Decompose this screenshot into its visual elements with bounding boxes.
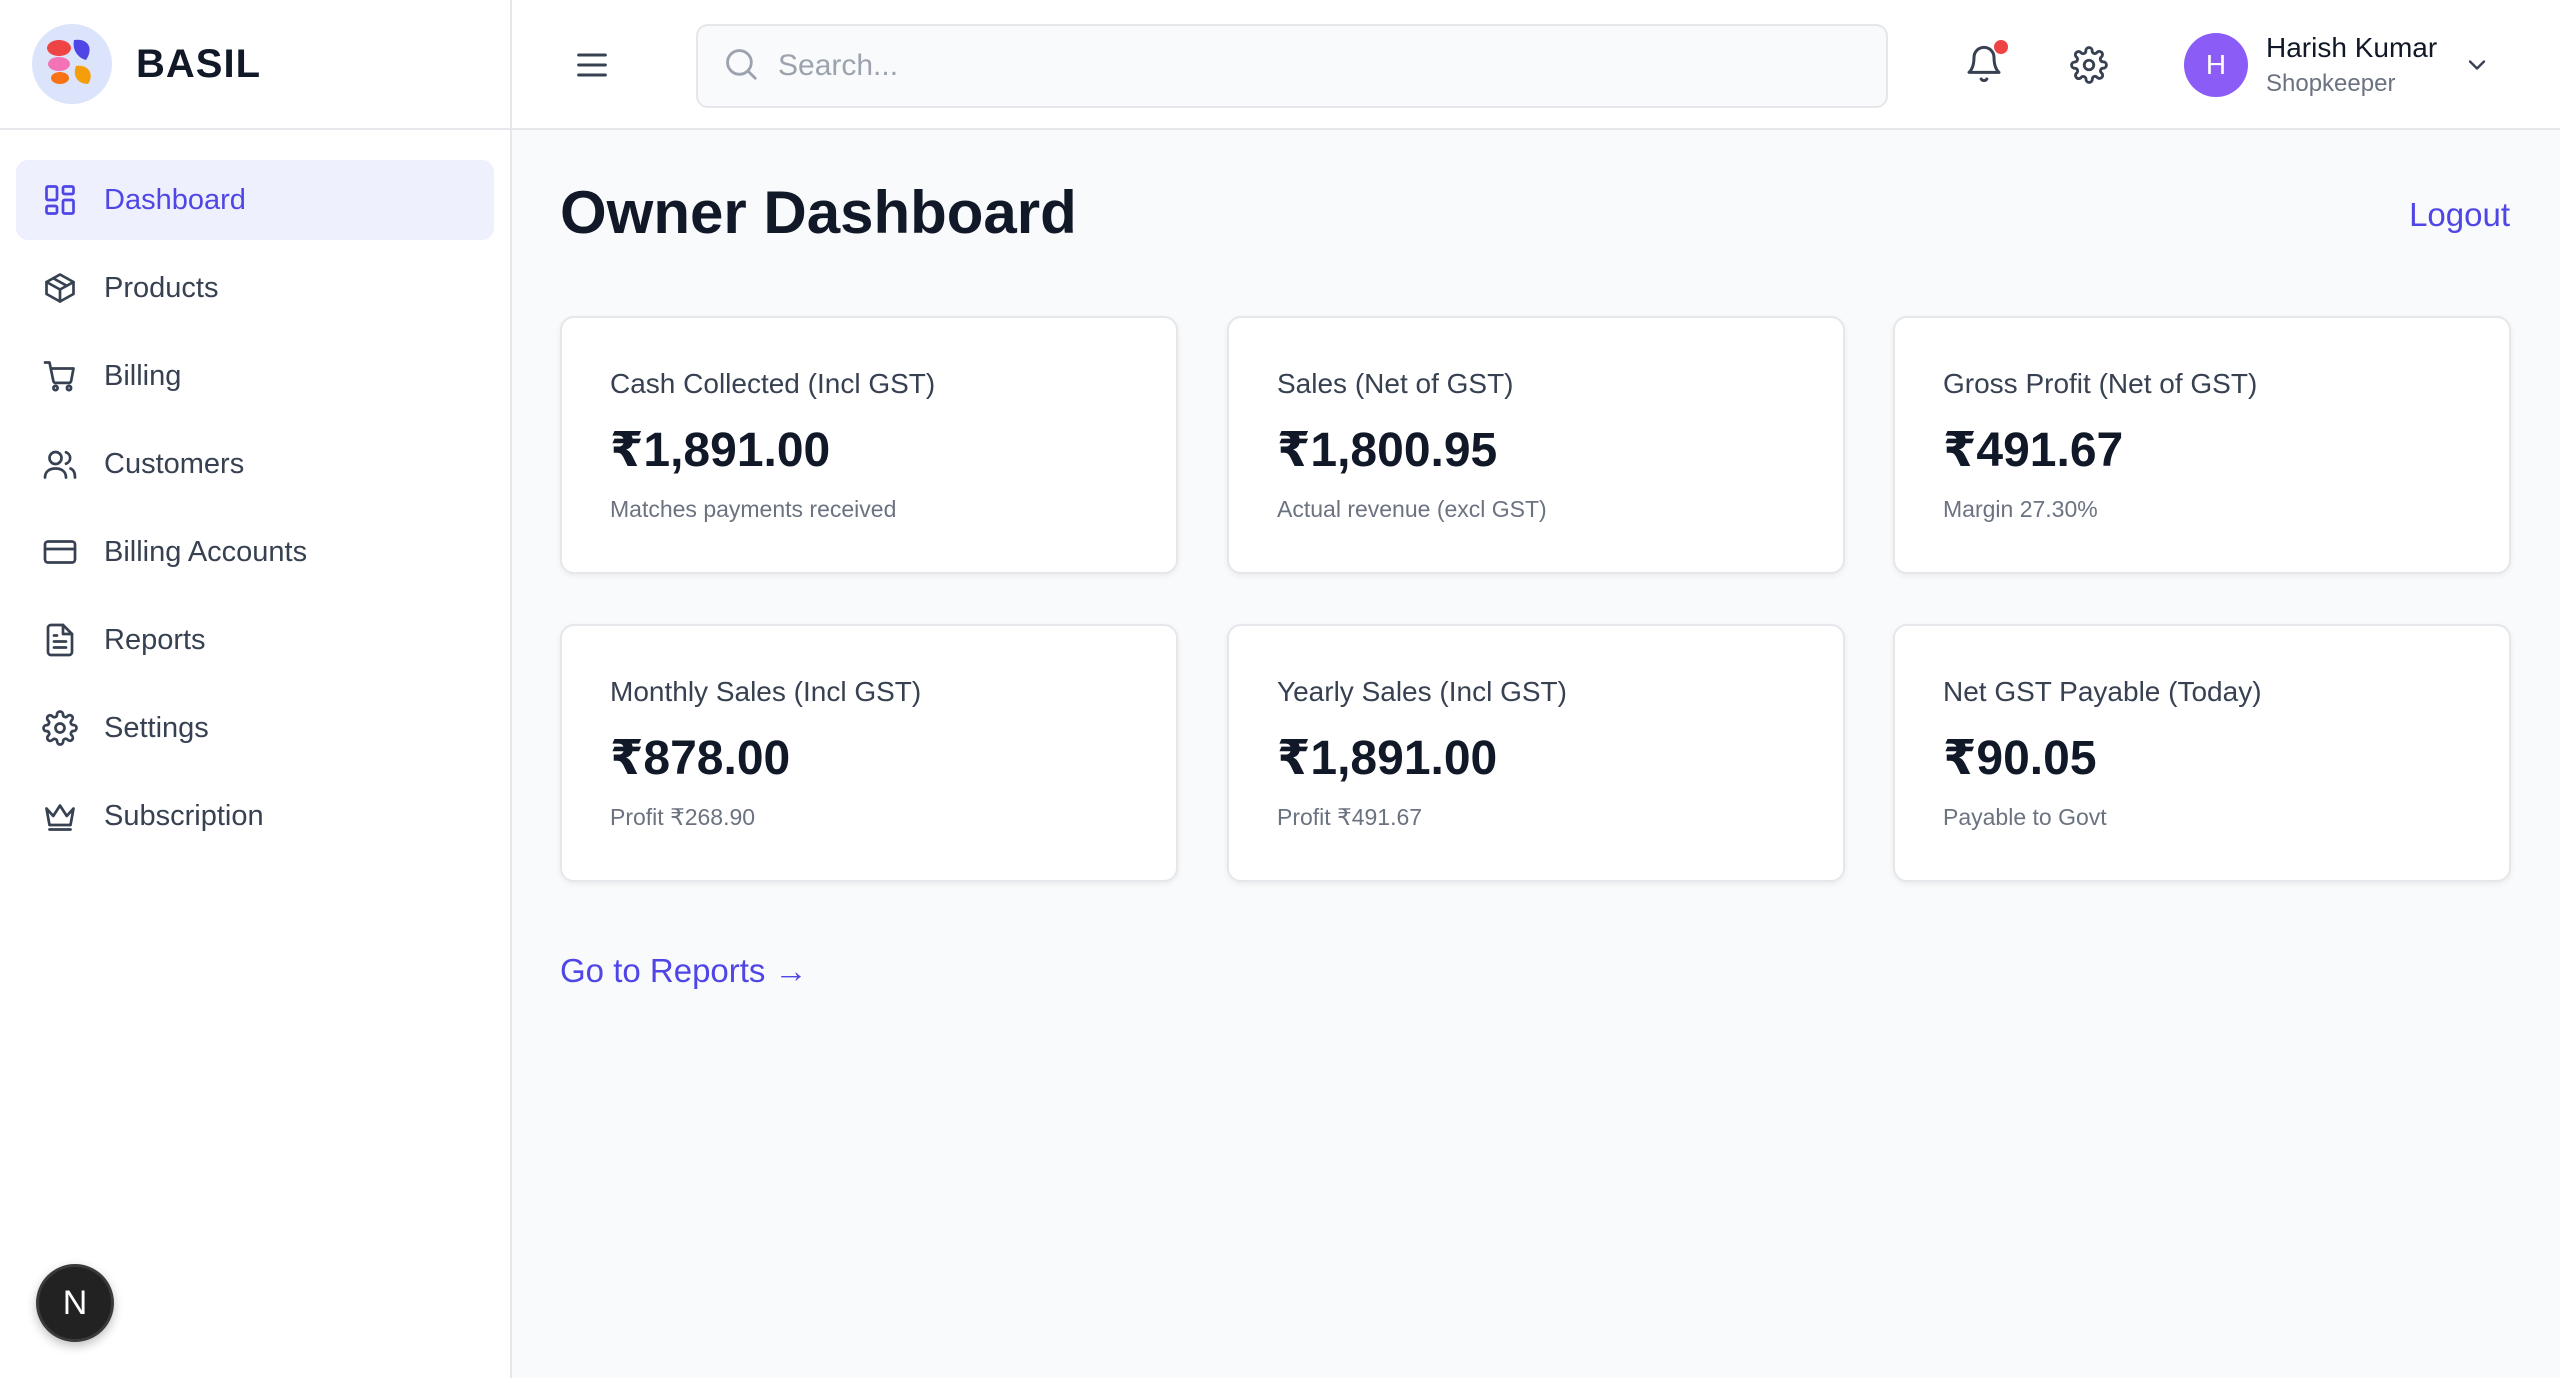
search-icon — [722, 45, 760, 88]
stat-card-label: Gross Profit (Net of GST) — [1943, 368, 2258, 399]
user-role: Shopkeeper — [2266, 70, 2396, 97]
sidebar-item-label: Dashboard — [104, 183, 246, 216]
gear-icon — [2070, 46, 2108, 88]
sidebar-item-label: Customers — [104, 447, 245, 480]
search-bar[interactable] — [696, 24, 1888, 108]
stat-card-subtext: Profit ₹491.67 — [1277, 804, 1423, 830]
stat-card-subtext: Profit ₹268.90 — [610, 804, 756, 830]
stat-card-gross-profit: Gross Profit (Net of GST) ₹491.67 Margin… — [1893, 316, 2511, 574]
topbar: H Harish Kumar Shopkeeper — [512, 0, 2560, 130]
sidebar-item-label: Settings — [104, 711, 209, 744]
sidebar-item-label: Subscription — [104, 799, 264, 832]
stat-card-label: Net GST Payable (Today) — [1943, 676, 2262, 707]
page-title: Owner Dashboard — [560, 179, 1077, 246]
sidebar-item-billing[interactable]: Billing — [16, 336, 494, 416]
notification-dot — [1994, 40, 2008, 54]
box-icon — [40, 268, 80, 308]
gear-icon — [40, 708, 80, 748]
sidebar-item-label: Reports — [104, 623, 206, 656]
stat-card-subtext: Payable to Govt — [1943, 804, 2107, 830]
stat-card-subtext: Matches payments received — [610, 496, 897, 522]
stat-card-monthly-sales: Monthly Sales (Incl GST) ₹878.00 Profit … — [560, 624, 1178, 882]
dev-badge-letter: N — [62, 1283, 88, 1322]
notifications-button[interactable] — [1964, 40, 2008, 88]
sidebar-item-customers[interactable]: Customers — [16, 424, 494, 504]
sidebar-item-products[interactable]: Products — [16, 248, 494, 328]
sidebar-item-billing-accounts[interactable]: Billing Accounts — [16, 512, 494, 592]
settings-button[interactable] — [2070, 46, 2110, 86]
sidebar: BASIL Dashboard Products Billing Custome… — [0, 0, 512, 1378]
bell-icon — [1964, 45, 2004, 88]
basil-logo-icon — [32, 24, 112, 104]
hamburger-menu-icon[interactable] — [572, 45, 612, 85]
avatar: H — [2184, 33, 2248, 97]
stat-card-cash-collected: Cash Collected (Incl GST) ₹1,891.00 Matc… — [560, 316, 1178, 574]
stat-card-net-gst-payable: Net GST Payable (Today) ₹90.05 Payable t… — [1893, 624, 2511, 882]
search-input[interactable] — [778, 49, 1828, 83]
users-icon — [40, 444, 80, 484]
stat-card-value: ₹1,891.00 — [1277, 732, 1498, 785]
stat-card-label: Sales (Net of GST) — [1277, 368, 1514, 399]
dev-tools-badge[interactable]: N — [36, 1264, 114, 1342]
stat-card-subtext: Margin 27.30% — [1943, 496, 2098, 522]
sidebar-item-label: Products — [104, 271, 219, 304]
stat-card-value: ₹1,800.95 — [1277, 424, 1498, 477]
stat-card-value: ₹878.00 — [610, 732, 791, 785]
user-menu[interactable]: H Harish Kumar Shopkeeper — [2184, 32, 2491, 98]
cart-icon — [40, 356, 80, 396]
user-name: Harish Kumar — [2266, 32, 2438, 63]
sidebar-item-reports[interactable]: Reports — [16, 600, 494, 680]
stat-card-yearly-sales: Yearly Sales (Incl GST) ₹1,891.00 Profit… — [1227, 624, 1845, 882]
stat-card-label: Yearly Sales (Incl GST) — [1277, 676, 1567, 707]
sidebar-item-dashboard[interactable]: Dashboard — [16, 160, 494, 240]
sidebar-nav: Dashboard Products Billing Customers Bil… — [0, 130, 510, 894]
sidebar-item-label: Billing Accounts — [104, 535, 308, 568]
stat-card-value: ₹1,891.00 — [610, 424, 831, 477]
brand-name: BASIL — [136, 41, 261, 86]
user-info: Harish Kumar Shopkeeper — [2266, 32, 2437, 98]
stat-card-label: Monthly Sales (Incl GST) — [610, 676, 922, 707]
go-to-reports-link[interactable]: Go to Reports → — [560, 952, 808, 990]
sidebar-item-settings[interactable]: Settings — [16, 688, 494, 768]
logout-link[interactable]: Logout — [2409, 196, 2510, 234]
crown-icon — [40, 796, 80, 836]
document-icon — [40, 620, 80, 660]
dashboard-grid-icon — [40, 180, 80, 220]
stat-card-subtext: Actual revenue (excl GST) — [1277, 496, 1547, 522]
stat-card-sales-net: Sales (Net of GST) ₹1,800.95 Actual reve… — [1227, 316, 1845, 574]
sidebar-item-subscription[interactable]: Subscription — [16, 776, 494, 856]
stat-card-label: Cash Collected (Incl GST) — [610, 368, 936, 399]
avatar-initial: H — [2205, 49, 2227, 80]
brand[interactable]: BASIL — [0, 0, 510, 130]
stat-card-value: ₹491.67 — [1943, 424, 2124, 477]
credit-card-icon — [40, 532, 80, 572]
chevron-down-icon — [2463, 51, 2491, 79]
sidebar-item-label: Billing — [104, 359, 182, 392]
stat-card-value: ₹90.05 — [1943, 732, 2097, 785]
